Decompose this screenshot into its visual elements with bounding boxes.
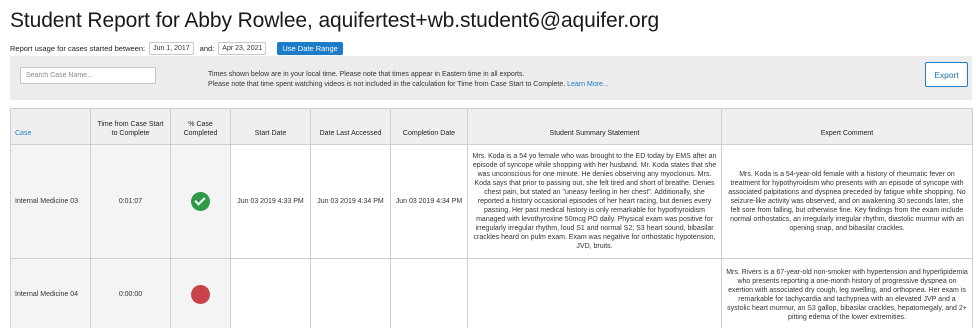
last-accessed-cell: Jun 03 2019 4:34 PM bbox=[310, 144, 391, 259]
page-title: Student Report for Abby Rowlee, aquifert… bbox=[10, 9, 660, 32]
completion-date-cell bbox=[390, 258, 468, 328]
learn-more-link[interactable]: Learn More... bbox=[567, 81, 609, 88]
completion-date-cell: Jun 03 2019 4:34 PM bbox=[390, 144, 468, 259]
column-header-last-accessed: Date Last Accessed bbox=[310, 108, 391, 145]
search-case-input[interactable] bbox=[20, 67, 156, 84]
last-accessed-cell bbox=[310, 258, 391, 328]
table-row: Internal Medicine 03 0:01:07 Jun 03 2019… bbox=[10, 144, 973, 259]
date-range-label: Report usage for cases started between: bbox=[10, 43, 146, 53]
report-toolbar: Times shown below are in your local time… bbox=[10, 56, 972, 100]
time-notes: Times shown below are in your local time… bbox=[208, 70, 609, 90]
column-header-start-date: Start Date bbox=[230, 108, 311, 145]
expert-comment-cell: Mrs. Koda is a 54-year-old female with a… bbox=[721, 144, 973, 259]
column-header-completion-date: Completion Date bbox=[390, 108, 468, 145]
column-header-time: Time from Case Start to Complete bbox=[90, 108, 171, 145]
percent-completed-cell bbox=[170, 144, 231, 259]
and-label: and: bbox=[199, 43, 215, 53]
time-to-complete-cell: 0:01:07 bbox=[90, 144, 171, 259]
case-name-cell: Internal Medicine 03 bbox=[10, 144, 91, 259]
time-note-line-2-text: Please note that time spent watching vid… bbox=[208, 81, 566, 88]
percent-completed-cell bbox=[170, 258, 231, 328]
column-header-percent-completed: % Case Completed bbox=[170, 108, 231, 145]
time-to-complete-cell: 0:00:00 bbox=[90, 258, 171, 328]
start-date-input[interactable]: Jun 1, 2017 bbox=[149, 41, 194, 55]
time-note-line-1: Times shown below are in your local time… bbox=[208, 71, 525, 78]
student-summary-cell: Mrs. Koda is a 54 yo female who was brou… bbox=[467, 144, 722, 259]
use-date-range-button[interactable]: Use Date Range bbox=[277, 41, 343, 55]
column-header-expert-comment: Expert Comment bbox=[721, 108, 973, 145]
check-circle-icon bbox=[191, 192, 210, 211]
column-header-case[interactable]: Case bbox=[10, 108, 91, 145]
time-note-line-2: Please note that time spent watching vid… bbox=[208, 80, 609, 90]
end-date-input[interactable]: Apr 23, 2021 bbox=[218, 41, 267, 55]
student-summary-cell bbox=[467, 258, 722, 328]
case-name-cell: Internal Medicine 04 bbox=[10, 258, 91, 328]
red-dot-icon bbox=[191, 285, 210, 304]
export-button[interactable]: Export bbox=[925, 62, 968, 87]
student-report-table: Case Time from Case Start to Complete % … bbox=[10, 108, 973, 328]
table-header-row: Case Time from Case Start to Complete % … bbox=[10, 108, 973, 145]
start-date-cell bbox=[230, 258, 311, 328]
expert-comment-cell: Mrs. Rivers is a 67-year-old non-smoker … bbox=[721, 258, 973, 328]
date-range-row: Report usage for cases started between: … bbox=[10, 41, 343, 55]
table-row: Internal Medicine 04 0:00:00 Mrs. Rivers… bbox=[10, 258, 973, 328]
column-header-summary: Student Summary Statement bbox=[467, 108, 722, 145]
start-date-cell: Jun 03 2019 4:33 PM bbox=[230, 144, 311, 259]
